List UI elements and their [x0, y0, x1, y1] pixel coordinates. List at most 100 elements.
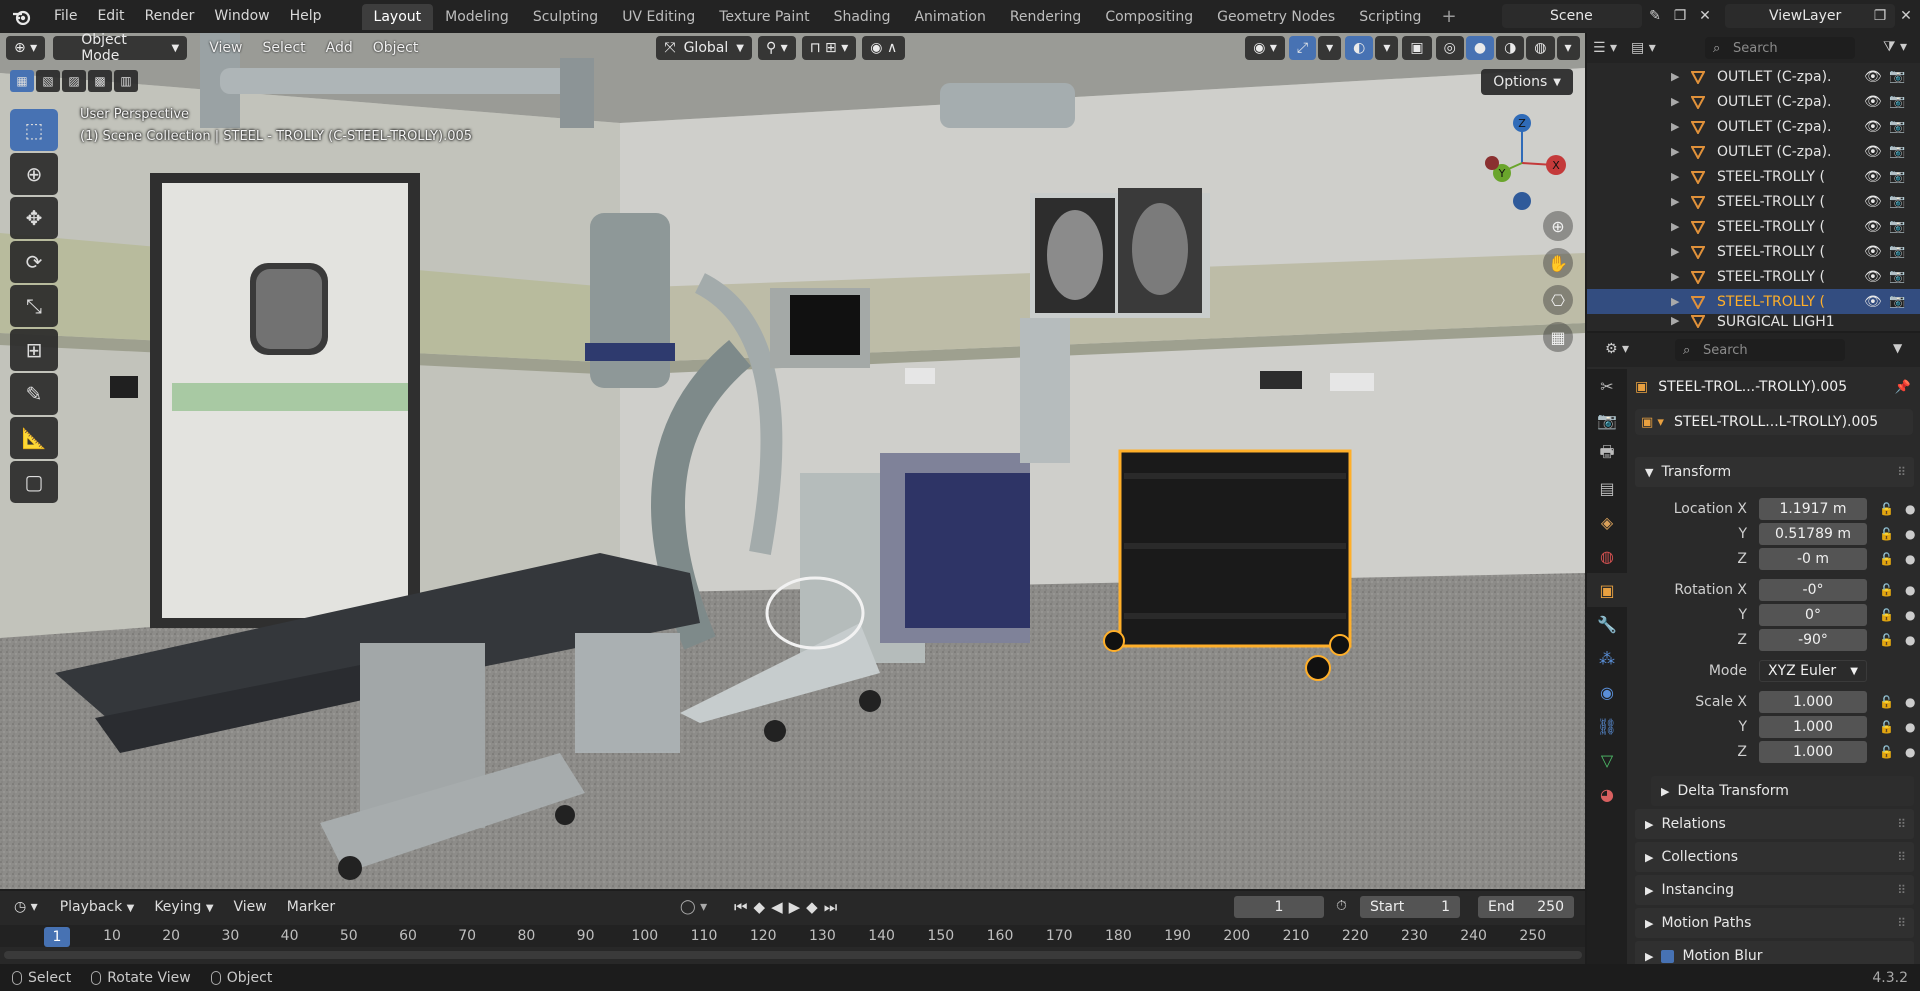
expand-chevron-icon[interactable]: ▶ — [1671, 145, 1679, 158]
datablock-name[interactable]: STEEL-TROLL...L-TROLLY).005 — [1674, 414, 1878, 430]
tab-texture-paint[interactable]: Texture Paint — [707, 4, 821, 30]
scale-tool-icon[interactable]: ⤡ — [10, 285, 58, 327]
viewport-menu-view[interactable]: View — [199, 40, 252, 56]
visibility-eye-icon[interactable]: 👁 — [1864, 144, 1882, 160]
prev-keyframe-icon[interactable]: ◆ — [754, 898, 772, 916]
cursor-tool-icon[interactable]: ⊕ — [10, 153, 58, 195]
keyframe-dot-icon[interactable]: ● — [1905, 527, 1915, 541]
select-extend-icon[interactable]: ▧ — [36, 70, 60, 92]
new-view-layer-icon[interactable]: ❐ — [1870, 6, 1890, 26]
keyframe-dot-icon[interactable]: ● — [1905, 583, 1915, 597]
play-icon[interactable]: ▶ — [789, 898, 807, 916]
transform-panel-header[interactable]: ▼ Transform ⠿ — [1635, 457, 1914, 487]
auto-keying-icon[interactable]: ◯ ▾ — [680, 899, 707, 915]
current-frame-field[interactable]: 1 — [1234, 896, 1324, 918]
select-box-tool-icon[interactable]: ⬚ — [10, 109, 58, 151]
visibility-eye-icon[interactable]: 👁 — [1864, 169, 1882, 185]
delete-view-layer-icon[interactable]: ✕ — [1896, 6, 1916, 26]
pan-hand-icon[interactable]: ✋ — [1543, 248, 1573, 278]
gizmo-dropdown-icon[interactable]: ▾ — [1318, 36, 1342, 60]
jump-start-icon[interactable]: ⏮ — [734, 898, 754, 916]
3d-viewport[interactable]: ⊕ ▾ Object Mode ▼ View Select Add Object… — [0, 33, 1585, 889]
pin-icon[interactable]: 📌 — [1895, 380, 1911, 395]
world-tab-icon[interactable]: ◍ — [1587, 539, 1627, 573]
visibility-eye-icon[interactable]: 👁 — [1864, 119, 1882, 135]
outliner-row-selected[interactable]: ▶ STEEL-TROLLY (👁 📷 — [1587, 289, 1920, 314]
outliner-row[interactable]: ▶ STEEL-TROLLY (👁 📷 — [1587, 164, 1920, 189]
scene-selector[interactable]: Scene — [1502, 4, 1642, 28]
expand-chevron-icon[interactable]: ▶ — [1671, 195, 1679, 208]
timeline-scrollbar[interactable] — [4, 951, 1582, 959]
end-frame-field[interactable]: End 250 — [1478, 896, 1574, 918]
scene-tab-icon[interactable]: ◈ — [1587, 505, 1627, 539]
timeline-menu-playback[interactable]: Playback ▼ — [50, 899, 145, 915]
rotation-x-field[interactable]: -0° — [1759, 579, 1867, 601]
object-type-icon[interactable]: ▣ ▾ — [1641, 415, 1664, 430]
outliner-row[interactable]: ▶ OUTLET (C-zpa). 👁 📷 — [1587, 64, 1920, 89]
tab-uv-editing[interactable]: UV Editing — [610, 4, 707, 30]
outliner-editor-icon[interactable]: ☰ ▾ — [1593, 40, 1617, 56]
lock-icon[interactable]: 🔓 — [1879, 583, 1894, 597]
visibility-eye-icon[interactable]: 👁 — [1864, 69, 1882, 85]
lock-icon[interactable]: 🔓 — [1879, 502, 1894, 516]
motion-paths-panel-header[interactable]: ▶ Motion Paths ⠿ — [1635, 908, 1914, 938]
relations-panel-header[interactable]: ▶ Relations ⠿ — [1635, 809, 1914, 839]
render-camera-icon[interactable]: 📷 — [1889, 269, 1905, 284]
render-camera-icon[interactable]: 📷 — [1889, 244, 1905, 259]
outliner-row[interactable]: ▶ STEEL-TROLLY (👁 📷 — [1587, 214, 1920, 239]
lock-icon[interactable]: 🔓 — [1879, 527, 1894, 541]
tab-geometry-nodes[interactable]: Geometry Nodes — [1205, 4, 1347, 30]
output-tab-icon[interactable]: 🖶 — [1587, 437, 1627, 471]
delete-scene-icon[interactable]: ✕ — [1695, 6, 1715, 26]
object-name[interactable]: STEEL-TROL...-TROLLY).005 — [1658, 379, 1847, 395]
select-subtract-icon[interactable]: ▨ — [62, 70, 86, 92]
viewport-menu-add[interactable]: Add — [316, 40, 363, 56]
shading-dropdown-icon[interactable]: ▾ — [1556, 36, 1580, 60]
tab-rendering[interactable]: Rendering — [998, 4, 1094, 30]
jump-end-icon[interactable]: ⏭ — [824, 898, 844, 916]
lock-icon[interactable]: 🔓 — [1879, 633, 1894, 647]
outliner-row[interactable]: ▶ STEEL-TROLLY (👁 📷 — [1587, 239, 1920, 264]
material-tab-icon[interactable]: ◕ — [1587, 777, 1627, 811]
render-camera-icon[interactable]: 📷 — [1889, 169, 1905, 184]
view-layer-tab-icon[interactable]: ▤ — [1587, 471, 1627, 505]
gizmo-toggle-icon[interactable]: ⤢ — [1288, 36, 1317, 60]
select-new-icon[interactable]: ▦ — [10, 70, 34, 92]
visibility-eye-icon[interactable]: 👁 — [1864, 194, 1882, 210]
expand-chevron-icon[interactable]: ▶ — [1671, 220, 1679, 233]
lock-icon[interactable]: 🔓 — [1879, 608, 1894, 622]
material-shading-icon[interactable]: ◑ — [1496, 36, 1525, 60]
menu-file[interactable]: File — [44, 0, 87, 33]
outliner-row[interactable]: ▶ OUTLET (C-zpa). 👁 📷 — [1587, 114, 1920, 139]
tab-shading[interactable]: Shading — [822, 4, 903, 30]
proportional-editing-icon[interactable]: ◉ ∧ — [862, 36, 906, 60]
start-frame-field[interactable]: Start 1 — [1360, 896, 1460, 918]
expand-chevron-icon[interactable]: ▶ — [1671, 95, 1679, 108]
lock-icon[interactable]: 🔓 — [1879, 552, 1894, 566]
add-workspace-icon[interactable]: + — [1433, 6, 1464, 27]
overlay-toggle-icon[interactable]: ◐ — [1345, 36, 1374, 60]
navigation-gizmo[interactable]: Z X Y — [1470, 103, 1580, 223]
drag-handle-icon[interactable]: ⠿ — [1897, 883, 1906, 897]
transform-tool-icon[interactable]: ⊞ — [10, 329, 58, 371]
blender-logo-icon[interactable] — [0, 9, 44, 25]
camera-view-icon[interactable]: ⎔ — [1543, 285, 1573, 315]
tab-animation[interactable]: Animation — [902, 4, 997, 30]
render-camera-icon[interactable]: 📷 — [1889, 119, 1905, 134]
object-datablock[interactable]: ▣ ▾ STEEL-TROLL...L-TROLLY).005 — [1635, 409, 1913, 435]
tab-layout[interactable]: Layout — [361, 3, 434, 30]
physics-tab-icon[interactable]: ◉ — [1587, 675, 1627, 709]
expand-chevron-icon[interactable]: ▶ — [1671, 270, 1679, 283]
scale-z-field[interactable]: 1.000 — [1759, 741, 1867, 763]
constraints-tab-icon[interactable]: ⛓ — [1587, 709, 1627, 743]
location-y-field[interactable]: 0.51789 m — [1759, 523, 1867, 545]
chevron-down-icon[interactable]: ▼ — [1893, 341, 1902, 355]
expand-chevron-icon[interactable]: ▶ — [1671, 70, 1679, 83]
timeline-menu-view[interactable]: View — [224, 899, 277, 915]
expand-chevron-icon[interactable]: ▶ — [1671, 314, 1679, 327]
lock-icon[interactable]: 🔓 — [1879, 745, 1894, 759]
filter-icon[interactable]: ⧩ ▾ — [1883, 39, 1907, 55]
outliner-search[interactable]: ⌕ Search — [1705, 37, 1855, 59]
outliner-row[interactable]: ▶ OUTLET (C-zpa). 👁 📷 — [1587, 139, 1920, 164]
timeline-menu-keying[interactable]: Keying ▼ — [144, 899, 223, 915]
